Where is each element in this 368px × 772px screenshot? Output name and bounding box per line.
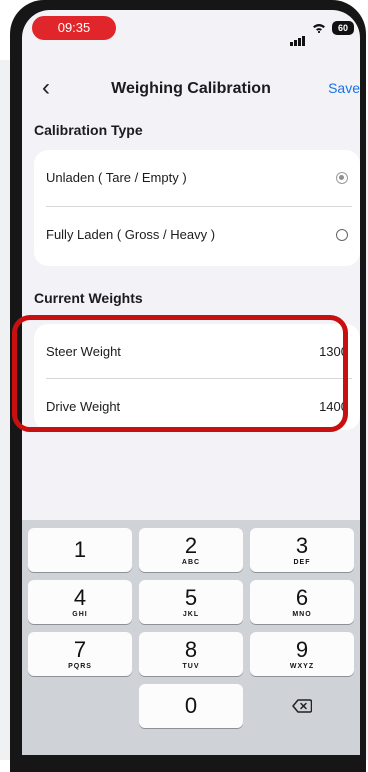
- section-title-current-weights: Current Weights: [34, 290, 143, 306]
- key-letters: JKL: [182, 611, 200, 618]
- numeric-keypad: 1 2 ABC 3 DEF 4 GHI 5 JKL 6 MNO 7 PQRS 8 TUV 9W…: [22, 520, 360, 755]
- key-0[interactable]: 0: [139, 684, 243, 728]
- key-number: 6: [295, 585, 309, 610]
- signal-icon: [290, 28, 306, 46]
- save-button[interactable]: Save: [328, 80, 360, 96]
- option-label: Unladen ( Tare / Empty ): [46, 170, 187, 185]
- key-letters: TUV: [182, 663, 200, 670]
- key-4[interactable]: 4 GHI: [28, 580, 132, 624]
- key-number: 7: [73, 637, 87, 662]
- nav-bar: ‹ Weighing Calibration Save: [22, 70, 360, 110]
- key-5[interactable]: 5 JKL: [139, 580, 243, 624]
- calibration-type-card: Unladen ( Tare / Empty ) Fully Laden ( G…: [34, 150, 360, 266]
- key-number: 5: [184, 585, 198, 610]
- option-fully-laden[interactable]: Fully Laden ( Gross / Heavy ): [34, 207, 360, 266]
- battery-icon: 60: [332, 21, 354, 35]
- key-8[interactable]: 8 TUV: [139, 632, 243, 676]
- key-letters: PQRS: [68, 663, 92, 670]
- radio-selected-icon[interactable]: [336, 172, 348, 184]
- option-label: Fully Laden ( Gross / Heavy ): [46, 227, 216, 242]
- status-bar: 09:35 60: [22, 10, 360, 46]
- key-number: 9: [295, 637, 309, 662]
- key-number: 2: [184, 533, 198, 558]
- key-letters: GHI: [72, 611, 88, 618]
- key-2[interactable]: 2 ABC: [139, 528, 243, 572]
- highlight-box: [12, 315, 348, 432]
- key-number: 8: [184, 637, 198, 662]
- key-7[interactable]: 7 PQRS: [28, 632, 132, 676]
- backspace-icon: [292, 699, 313, 713]
- key-1[interactable]: 1: [28, 528, 132, 572]
- section-title-calibration-type: Calibration Type: [34, 122, 143, 138]
- background-panel-left: [0, 60, 10, 760]
- key-number: 3: [295, 533, 309, 558]
- wifi-icon: [313, 24, 325, 33]
- status-time: 09:35: [32, 16, 116, 40]
- page-title: Weighing Calibration: [111, 80, 271, 97]
- key-letters: DEF: [293, 559, 311, 566]
- key-9[interactable]: 9 WXYZ: [250, 632, 354, 676]
- option-unladen[interactable]: Unladen ( Tare / Empty ): [34, 150, 360, 206]
- key-number: 1: [73, 537, 87, 562]
- key-3[interactable]: 3 DEF: [250, 528, 354, 572]
- radio-unselected-icon[interactable]: [336, 229, 348, 241]
- key-letters: ABC: [181, 559, 201, 566]
- key-letters: MNO: [292, 611, 312, 618]
- delete-key[interactable]: [250, 684, 354, 728]
- key-number: 0: [184, 693, 198, 718]
- key-letters: WXYZ: [289, 663, 315, 670]
- key-number: 4: [73, 585, 87, 610]
- key-6[interactable]: 6 MNO: [250, 580, 354, 624]
